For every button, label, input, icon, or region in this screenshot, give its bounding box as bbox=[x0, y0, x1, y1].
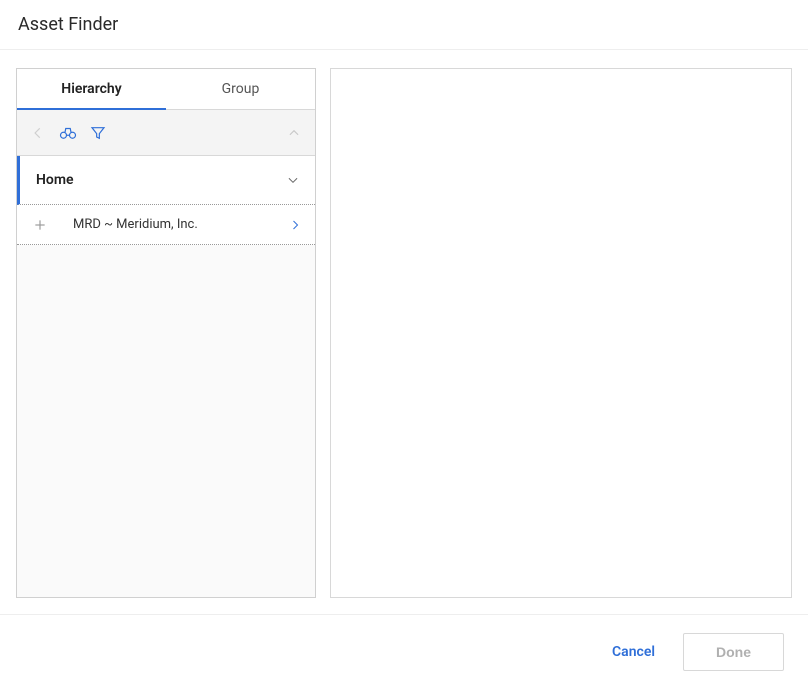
tab-group-label: Group bbox=[222, 81, 260, 97]
back-button[interactable] bbox=[23, 118, 53, 148]
chevron-left-icon bbox=[31, 126, 45, 140]
binoculars-icon bbox=[59, 126, 77, 140]
left-panel: Hierarchy Group bbox=[16, 68, 316, 598]
done-button[interactable]: Done bbox=[683, 633, 784, 671]
filter-icon bbox=[90, 125, 106, 141]
toolbar bbox=[17, 110, 315, 156]
filter-button[interactable] bbox=[83, 118, 113, 148]
right-panel bbox=[330, 68, 792, 598]
tree-home-row[interactable]: Home bbox=[17, 156, 315, 205]
footer: Cancel Done bbox=[0, 614, 808, 671]
tab-hierarchy-label: Hierarchy bbox=[61, 81, 121, 97]
add-icon[interactable] bbox=[29, 218, 51, 232]
tree-item-label: MRD ~ Meridium, Inc. bbox=[51, 217, 285, 232]
content: Hierarchy Group bbox=[0, 50, 808, 608]
cancel-button[interactable]: Cancel bbox=[612, 644, 655, 660]
chevron-right-icon[interactable] bbox=[285, 218, 305, 232]
tab-hierarchy[interactable]: Hierarchy bbox=[17, 69, 166, 109]
chevron-down-icon bbox=[285, 173, 301, 187]
tree-home-label: Home bbox=[36, 172, 74, 188]
tabs: Hierarchy Group bbox=[17, 69, 315, 110]
page-title: Asset Finder bbox=[18, 14, 790, 35]
chevron-up-icon bbox=[286, 126, 302, 140]
search-button[interactable] bbox=[53, 118, 83, 148]
header: Asset Finder bbox=[0, 0, 808, 50]
tab-group[interactable]: Group bbox=[166, 69, 315, 109]
tree-item[interactable]: MRD ~ Meridium, Inc. bbox=[17, 205, 315, 245]
collapse-button[interactable] bbox=[279, 118, 309, 148]
